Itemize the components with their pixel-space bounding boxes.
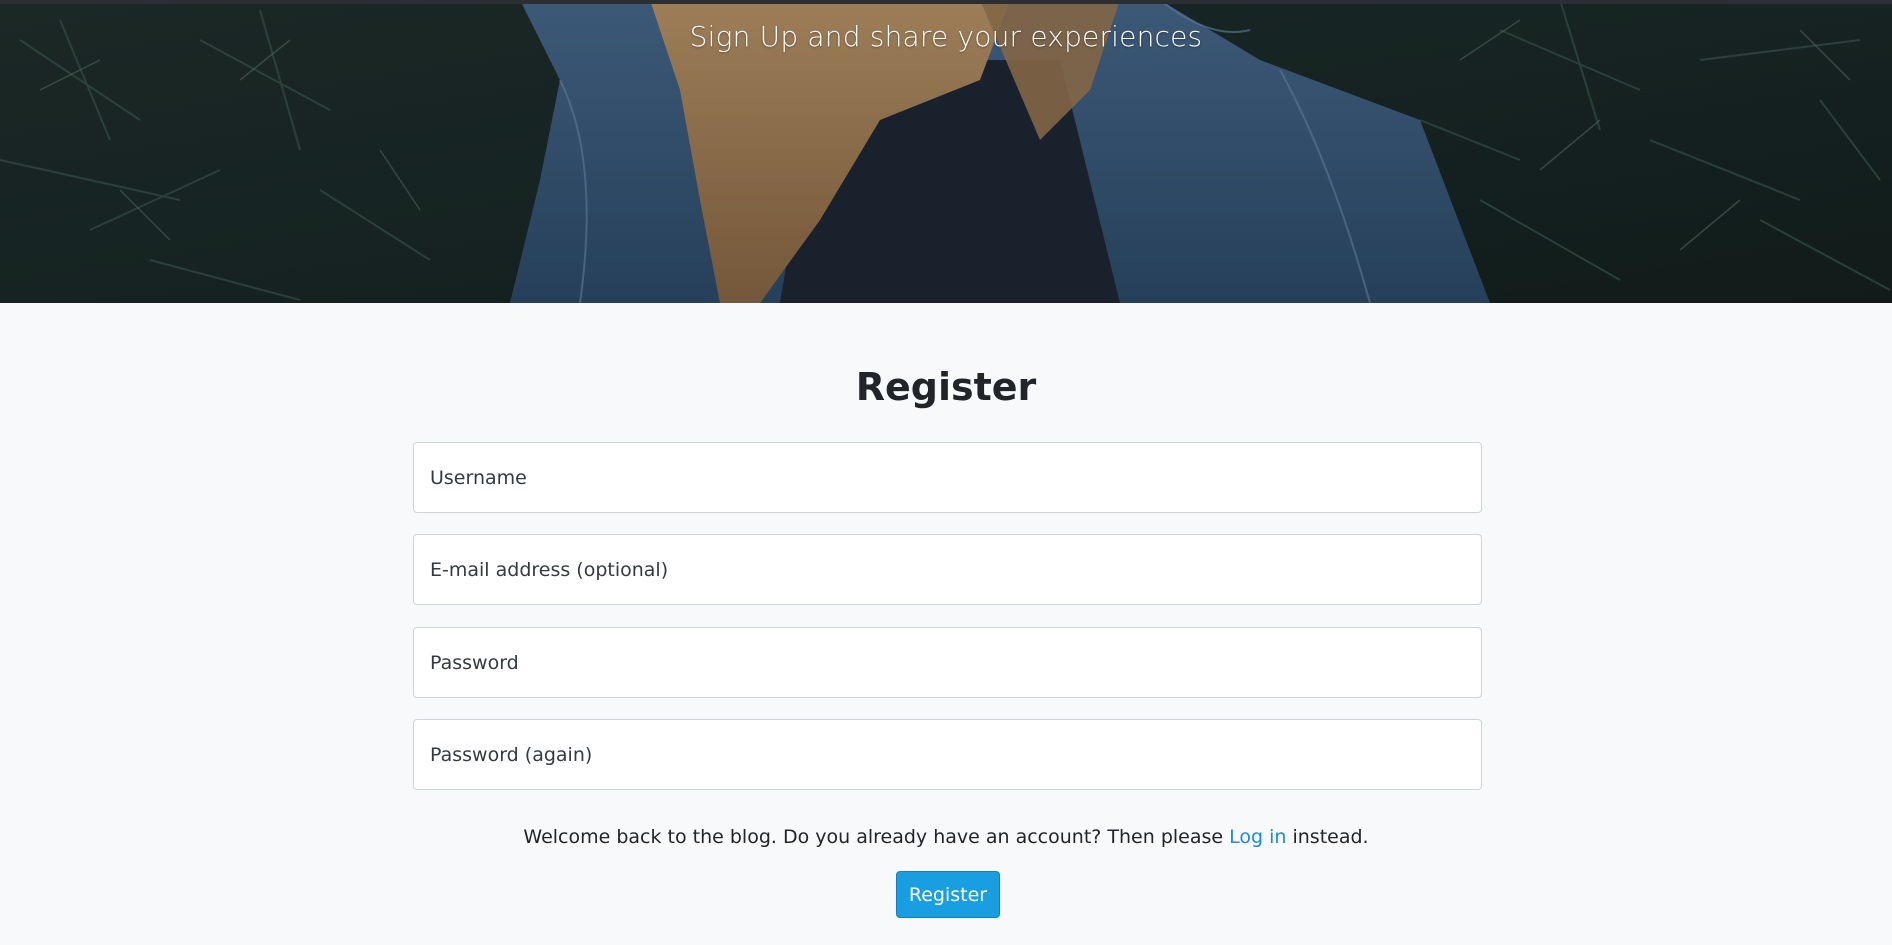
register-section: Register Welcome back to the blog. Do yo…	[0, 303, 1892, 945]
password-again-input[interactable]	[413, 719, 1482, 790]
username-input[interactable]	[413, 442, 1482, 513]
top-border	[0, 0, 1892, 4]
password-input[interactable]	[413, 627, 1482, 698]
login-notice-text-before: Welcome back to the blog. Do you already…	[523, 826, 1230, 848]
page-title: Register	[855, 365, 1037, 409]
login-link[interactable]: Log in	[1229, 826, 1286, 848]
hero-banner: Sign Up and share your experiences	[0, 0, 1892, 303]
email-input[interactable]	[413, 534, 1482, 605]
hero-tagline: Sign Up and share your experiences	[689, 20, 1203, 53]
login-notice-text-after: instead.	[1286, 826, 1369, 848]
register-button[interactable]: Register	[896, 871, 1000, 918]
login-notice: Welcome back to the blog. Do you already…	[0, 826, 1892, 848]
